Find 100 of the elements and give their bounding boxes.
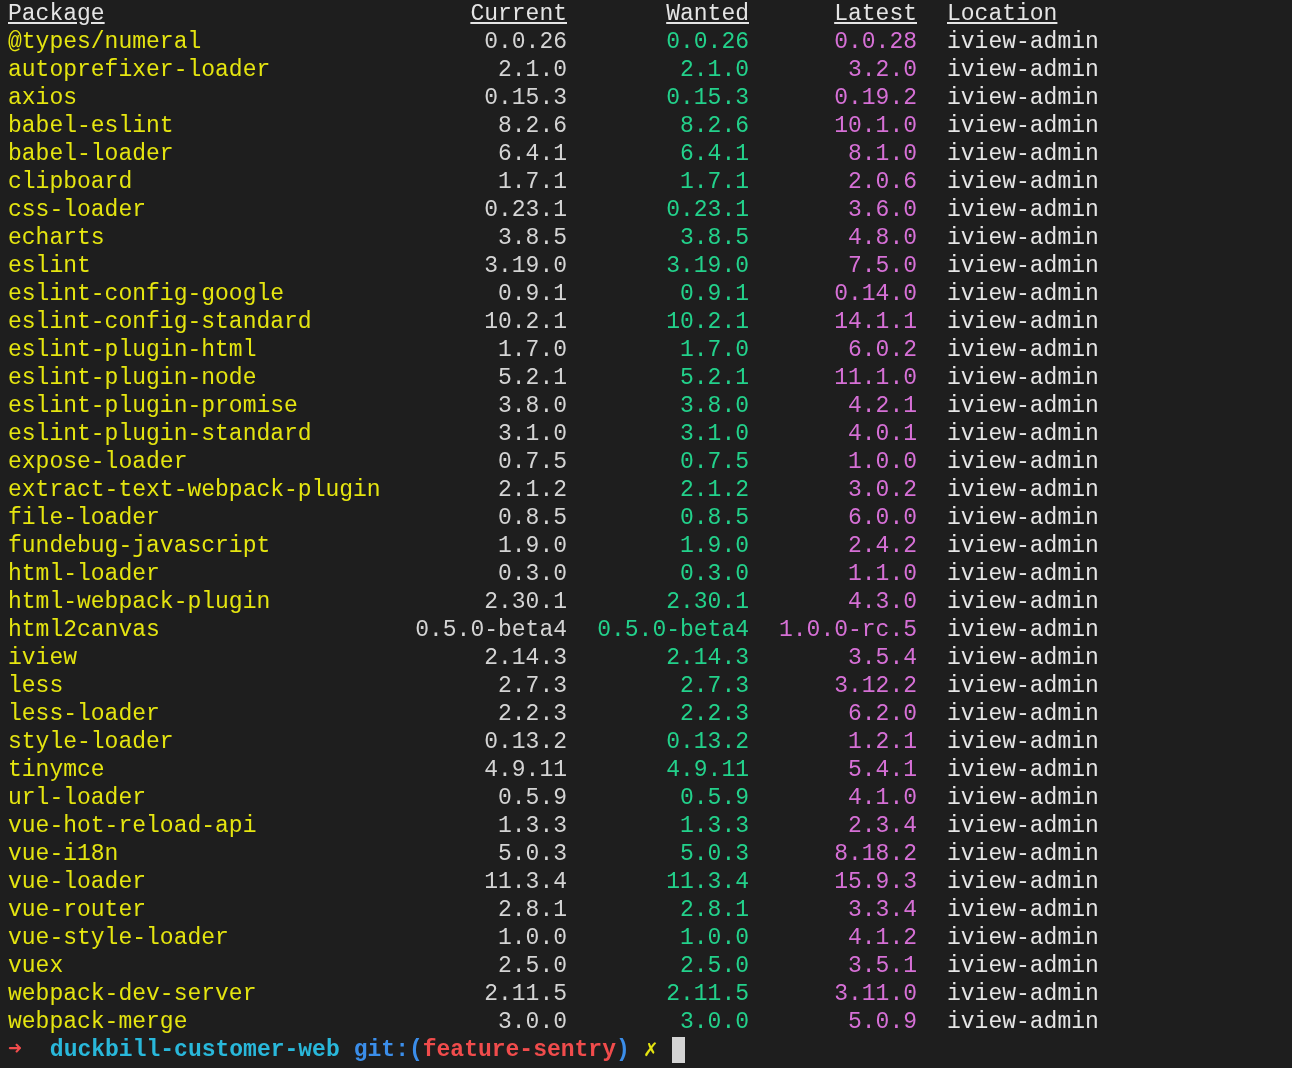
table-cell: 0.3.0 (498, 561, 567, 587)
table-cell: 0.8.5 (498, 505, 567, 531)
table-cell: 3.1.0 (680, 421, 749, 447)
table-cell: html-loader (8, 561, 160, 587)
table-cell: 2.14.3 (666, 645, 749, 671)
table-cell: 7.5.0 (848, 253, 917, 279)
table-cell: iview-admin (947, 1009, 1099, 1035)
table-cell: webpack-merge (8, 1009, 188, 1035)
table-cell: css-loader (8, 197, 147, 223)
table-cell: 3.0.0 (680, 1009, 749, 1035)
table-cell: 3.8.0 (498, 393, 567, 419)
column-header: Current (470, 1, 567, 27)
table-cell: 2.4.2 (848, 533, 917, 559)
table-cell: 5.0.3 (498, 841, 567, 867)
table-cell: 1.0.0 (498, 925, 567, 951)
table-cell: vue-style-loader (8, 925, 229, 951)
table-cell: iview-admin (947, 729, 1099, 755)
table-cell: vuex (8, 953, 64, 979)
table-cell: iview-admin (947, 393, 1099, 419)
table-cell: 1.7.1 (680, 169, 749, 195)
table-cell: iview-admin (947, 897, 1099, 923)
table-cell: 3.12.2 (834, 673, 917, 699)
table-cell: eslint (8, 253, 91, 279)
table-cell: 2.7.3 (498, 673, 567, 699)
table-cell: 1.0.0-rc.5 (778, 617, 917, 643)
table-cell: iview-admin (947, 337, 1099, 363)
table-cell: iview-admin (947, 953, 1099, 979)
table-cell: iview-admin (947, 85, 1099, 111)
table-cell: 1.2.1 (848, 729, 917, 755)
table-cell: iview-admin (947, 645, 1099, 671)
table-cell: 10.2.1 (666, 309, 749, 335)
table-cell: 6.0.0 (848, 505, 917, 531)
table-cell: 0.13.2 (484, 729, 567, 755)
table-cell: iview-admin (947, 925, 1099, 951)
column-header: Package (8, 1, 105, 27)
table-cell: 2.0.6 (848, 169, 917, 195)
table-cell: 1.0.0 (848, 449, 917, 475)
table-cell: iview-admin (947, 365, 1099, 391)
table-cell: 3.1.0 (498, 421, 567, 447)
table-cell: extract-text-webpack-plugin (8, 477, 381, 503)
column-header: Location (947, 1, 1058, 27)
table-cell: 8.2.6 (680, 113, 749, 139)
table-cell: 6.2.0 (848, 701, 917, 727)
table-cell: eslint-config-standard (8, 309, 312, 335)
table-cell: 4.9.11 (666, 757, 749, 783)
table-cell: 4.9.11 (484, 757, 567, 783)
table-cell: 8.1.0 (848, 141, 917, 167)
table-cell: @types/numeral (8, 29, 202, 55)
column-header: Wanted (666, 1, 749, 27)
table-cell: 6.4.1 (680, 141, 749, 167)
table-cell: style-loader (8, 729, 174, 755)
table-cell: 3.8.5 (498, 225, 567, 251)
table-cell: 0.13.2 (666, 729, 749, 755)
branch-name: feature-sentry (422, 1036, 616, 1064)
table-cell: iview-admin (947, 841, 1099, 867)
table-cell: 2.2.3 (498, 701, 567, 727)
table-cell: 2.8.1 (498, 897, 567, 923)
table-cell: 2.7.3 (680, 673, 749, 699)
table-cell: iview-admin (947, 785, 1099, 811)
table-cell: html-webpack-plugin (8, 589, 271, 615)
table-cell: 0.19.2 (834, 85, 917, 111)
table-cell: 15.9.3 (834, 869, 917, 895)
table-cell: 0.5.0-beta4 (415, 617, 567, 643)
table-cell: 0.8.5 (680, 505, 749, 531)
table-cell: tinymce (8, 757, 105, 783)
table-cell: axios (8, 85, 77, 111)
table-cell: 6.4.1 (498, 141, 567, 167)
table-cell: 2.1.0 (498, 57, 567, 83)
cursor (671, 1037, 685, 1063)
table-cell: 3.0.2 (848, 477, 917, 503)
table-cell: 4.1.0 (848, 785, 917, 811)
table-cell: iview-admin (947, 421, 1099, 447)
table-cell: vue-i18n (8, 841, 119, 867)
table-cell: 5.0.9 (848, 1009, 917, 1035)
table-cell: 1.3.3 (680, 813, 749, 839)
table-cell: 8.18.2 (834, 841, 917, 867)
table-cell: 0.9.1 (680, 281, 749, 307)
table-cell: 0.9.1 (498, 281, 567, 307)
table-cell: iview (8, 645, 77, 671)
table-cell: 11.3.4 (484, 869, 567, 895)
prompt-arrow: ➜ (8, 1036, 22, 1064)
table-cell: clipboard (8, 169, 133, 195)
table-cell: iview-admin (947, 449, 1099, 475)
table-cell: iview-admin (947, 757, 1099, 783)
table-cell: babel-eslint (8, 113, 174, 139)
table-cell: 3.5.4 (848, 645, 917, 671)
table-cell: 2.3.4 (848, 813, 917, 839)
table-cell: html2canvas (8, 617, 160, 643)
table-cell: 4.2.1 (848, 393, 917, 419)
table-cell: 8.2.6 (498, 113, 567, 139)
table-cell: 0.5.0-beta4 (597, 617, 749, 643)
table-cell: 11.1.0 (834, 365, 917, 391)
table-cell: 3.0.0 (498, 1009, 567, 1035)
table-cell: 2.8.1 (680, 897, 749, 923)
table-cell: iview-admin (947, 981, 1099, 1007)
table-cell: 2.1.2 (498, 477, 567, 503)
table-cell: less (8, 673, 64, 699)
table-cell: iview-admin (947, 309, 1099, 335)
table-cell: echarts (8, 225, 105, 251)
table-cell: 0.5.9 (498, 785, 567, 811)
